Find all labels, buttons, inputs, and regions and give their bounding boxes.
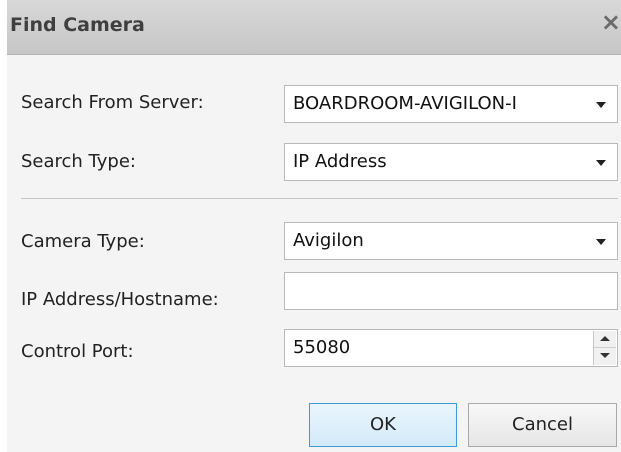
search-type-select[interactable]: IP Address	[284, 143, 618, 181]
control-port-value: 55080	[293, 337, 351, 358]
chevron-down-icon	[596, 239, 606, 245]
cancel-button[interactable]: Cancel	[468, 403, 617, 447]
ip-address-input[interactable]	[284, 272, 618, 310]
control-port-input[interactable]: 55080	[284, 329, 618, 367]
section-divider	[21, 198, 618, 199]
find-camera-dialog: Find Camera × Search From Server: BOARDR…	[7, 0, 621, 452]
search-from-server-select[interactable]: BOARDROOM-AVIGILON-I	[284, 85, 618, 123]
camera-type-select[interactable]: Avigilon	[284, 222, 618, 260]
chevron-down-icon	[596, 160, 606, 166]
stepper-down-icon[interactable]	[594, 348, 616, 364]
camera-type-label: Camera Type:	[21, 231, 145, 252]
dialog-title: Find Camera	[10, 14, 145, 36]
stepper-up-icon[interactable]	[594, 331, 616, 348]
search-from-server-label: Search From Server:	[21, 92, 204, 113]
search-from-server-value: BOARDROOM-AVIGILON-I	[293, 93, 517, 114]
close-icon[interactable]: ×	[601, 10, 621, 34]
search-type-label: Search Type:	[21, 151, 136, 172]
ok-button[interactable]: OK	[309, 403, 457, 447]
camera-type-value: Avigilon	[293, 230, 364, 251]
search-type-value: IP Address	[293, 151, 387, 172]
control-port-stepper	[593, 331, 616, 365]
ip-address-label: IP Address/Hostname:	[21, 289, 219, 310]
control-port-label: Control Port:	[21, 341, 134, 362]
chevron-down-icon	[596, 102, 606, 108]
dialog-titlebar: Find Camera ×	[7, 0, 621, 55]
